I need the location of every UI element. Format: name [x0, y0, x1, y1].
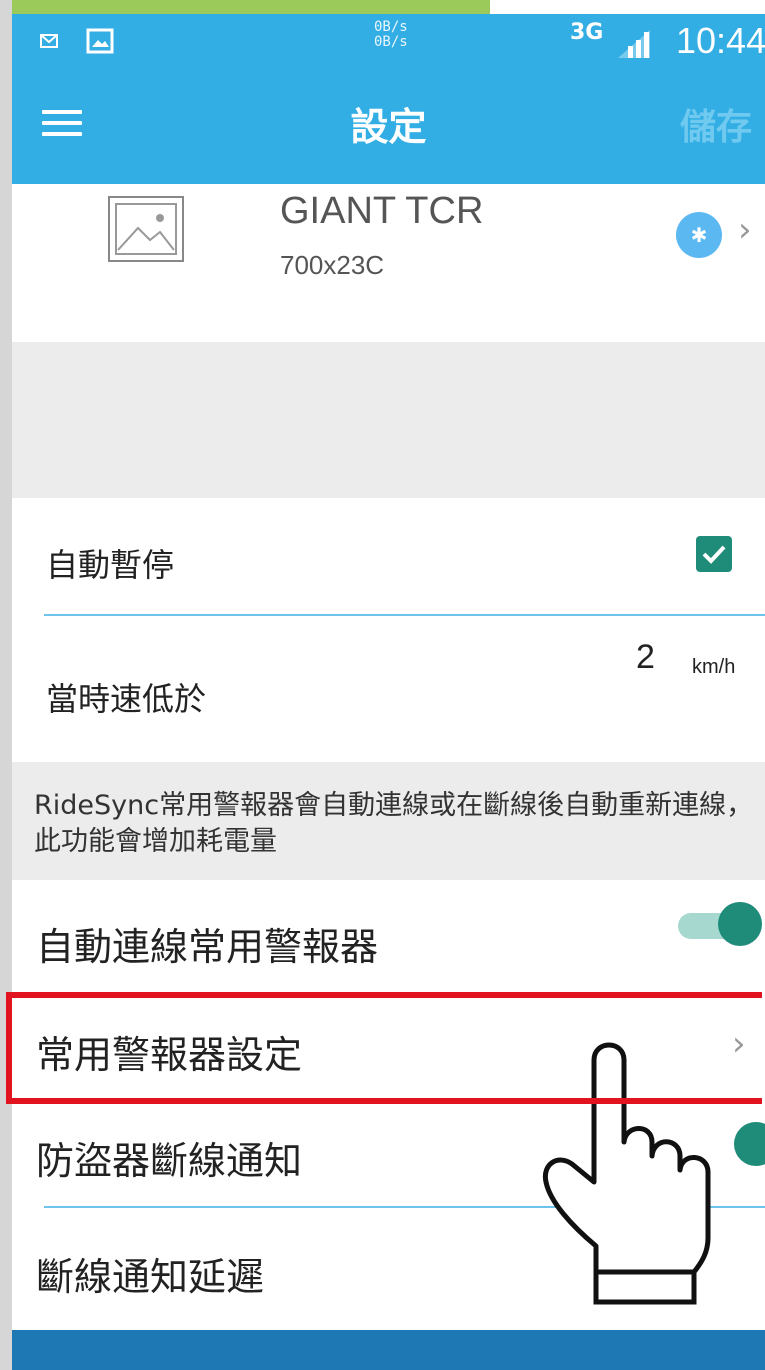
- bluetooth-icon: ✱: [676, 212, 722, 258]
- bottom-bar: [12, 1330, 765, 1370]
- page-title: 設定: [350, 105, 427, 149]
- download-speed: 0B/s: [374, 34, 408, 50]
- speed-threshold-label: 當時速低於: [46, 680, 207, 718]
- tire-size: 700x23C: [280, 250, 385, 280]
- upload-speed: 0B/s: [374, 19, 408, 35]
- auto-pause-checkbox[interactable]: [696, 536, 732, 572]
- disconnect-delay-label: 斷線通知延遲: [36, 1255, 265, 1299]
- chevron-right-icon: ›: [738, 210, 752, 250]
- status-bar: 0B/s 0B/s 3G 10:44: [12, 14, 765, 72]
- toggle-knob: [718, 902, 762, 946]
- auto-connect-note-text: RideSync常用警報器會自動連線或在斷線後自動重新連線，此功能會增加耗電量: [34, 790, 754, 857]
- message-icon: [40, 34, 58, 48]
- highlight-box: [6, 992, 762, 1104]
- network-type: 3G: [570, 20, 604, 45]
- speed-threshold-row[interactable]: 當時速低於 2 km/h: [12, 616, 765, 762]
- image-placeholder-icon: [108, 196, 184, 262]
- speed-unit: km/h: [692, 656, 736, 678]
- gallery-icon: [86, 28, 114, 54]
- app-bar: 設定 儲存: [12, 72, 765, 184]
- bike-name: GIANT TCR: [280, 190, 484, 232]
- network-speed: 0B/s 0B/s: [374, 20, 408, 50]
- auto-connect-note: RideSync常用警報器會自動連線或在斷線後自動重新連線，此功能會增加耗電量: [12, 762, 765, 880]
- speed-threshold-value[interactable]: 2: [636, 638, 655, 677]
- auto-connect-label: 自動連線常用警報器: [36, 925, 379, 969]
- auto-pause-row[interactable]: 自動暫停: [12, 498, 765, 618]
- bike-device-row[interactable]: GIANT TCR 700x23C ✱ ›: [12, 184, 765, 342]
- progress-bar: [12, 0, 490, 14]
- section-spacer: [12, 342, 765, 498]
- clock: 10:44: [676, 20, 765, 61]
- auto-pause-label: 自動暫停: [46, 546, 175, 584]
- phone-screen: 0B/s 0B/s 3G 10:44 設定 儲存 GIANT TCR 700x2…: [12, 0, 765, 1370]
- disconnect-notify-label: 防盜器斷線通知: [36, 1139, 303, 1183]
- signal-icon: [618, 30, 650, 58]
- auto-connect-row[interactable]: 自動連線常用警報器: [12, 880, 765, 992]
- save-button[interactable]: 儲存: [680, 98, 752, 150]
